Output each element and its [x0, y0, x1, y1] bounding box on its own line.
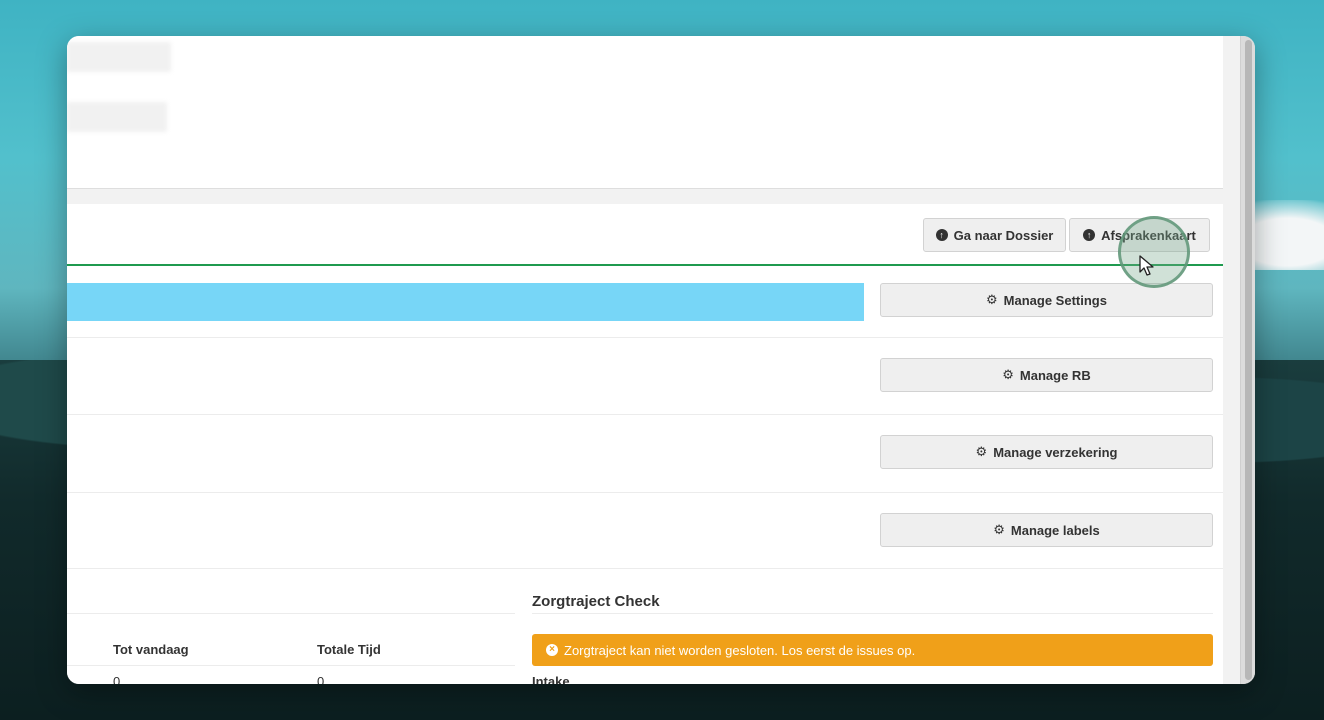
blurred-text [67, 42, 171, 72]
ga-naar-dossier-label: Ga naar Dossier [953, 227, 1054, 243]
manage-rb-button[interactable]: ⚙ Manage RB [880, 358, 1213, 392]
gear-icon: ⚙ [975, 444, 988, 459]
section-divider-green [67, 264, 1223, 266]
gear-icon: ⚙ [993, 522, 1005, 537]
intake-label: Intake [532, 674, 570, 684]
app-window: ↑ Ga naar Dossier ↑ Afsprakenkaart ⚙ Man… [67, 36, 1255, 684]
row-divider [67, 568, 1223, 569]
gear-icon: ⚙ [1002, 367, 1014, 382]
manage-labels-label: Manage labels [1010, 522, 1100, 538]
table-cell-tot-vandaag: 0 [113, 674, 121, 684]
zorgtraject-alert-text: Zorgtraject kan niet worden gesloten. Lo… [564, 642, 916, 658]
column-header-tot-vandaag: Tot vandaag [113, 642, 189, 657]
row-divider [67, 414, 1223, 415]
top-panel [67, 36, 1223, 189]
manage-rb-label: Manage RB [1019, 367, 1091, 383]
manage-verzekering-label: Manage verzekering [993, 444, 1118, 460]
ga-naar-dossier-button[interactable]: ↑ Ga naar Dossier [923, 218, 1066, 252]
table-header-border [67, 665, 515, 666]
row-divider [67, 337, 1223, 338]
zorgtraject-alert: × Zorgtraject kan niet worden gesloten. … [532, 634, 1213, 666]
manage-verzekering-button[interactable]: ⚙ Manage verzekering [880, 435, 1213, 469]
arrow-circle-up-icon: ↑ [935, 229, 948, 241]
mouse-cursor-icon [1139, 255, 1154, 276]
manage-labels-button[interactable]: ⚙ Manage labels [880, 513, 1213, 547]
arrow-circle-up-icon: ↑ [1083, 229, 1096, 241]
progress-bar [67, 283, 864, 321]
vertical-scrollbar[interactable] [1240, 36, 1255, 684]
gear-icon: ⚙ [986, 292, 998, 307]
section-title-border [532, 613, 1213, 614]
scrollbar-thumb[interactable] [1245, 40, 1252, 680]
column-header-totale-tijd: Totale Tijd [317, 642, 381, 657]
blurred-text [67, 102, 167, 132]
manage-settings-label: Manage Settings [1003, 292, 1107, 308]
table-top-border [67, 613, 515, 614]
zorgtraject-check-title: Zorgtraject Check [532, 593, 660, 610]
table-cell-totale-tijd: 0 [317, 674, 325, 684]
click-highlight-ring [1118, 216, 1190, 288]
row-divider [67, 492, 1223, 493]
times-circle-icon: × [546, 644, 558, 656]
manage-settings-button[interactable]: ⚙ Manage Settings [880, 283, 1213, 317]
